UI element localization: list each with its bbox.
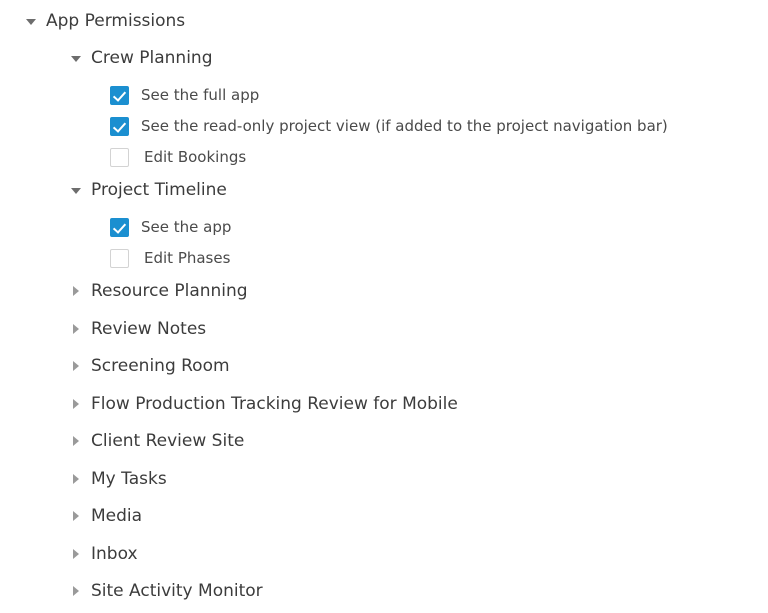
permission-label: See the read-only project view (if added…	[141, 117, 668, 135]
tree-node-label: Flow Production Tracking Review for Mobi…	[91, 393, 458, 414]
tree-node-label: Crew Planning	[91, 48, 213, 68]
caret-right-icon[interactable]	[70, 434, 84, 448]
permission-row[interactable]: See the read-only project view (if added…	[0, 114, 768, 138]
tree-node-my-tasks[interactable]: My Tasks	[0, 467, 768, 491]
tree-node-flow-production-tracking-review-for-mobile[interactable]: Flow Production Tracking Review for Mobi…	[0, 392, 768, 416]
permission-row[interactable]: See the app	[0, 215, 768, 239]
tree-node-app-permissions[interactable]: App Permissions	[0, 9, 768, 33]
caret-down-icon[interactable]	[25, 14, 39, 28]
caret-right-icon[interactable]	[70, 284, 84, 298]
tree-node-label: Review Notes	[91, 318, 207, 339]
caret-down-icon[interactable]	[70, 51, 84, 65]
checkbox-edit-phases[interactable]	[110, 248, 129, 268]
tree-node-crew-planning[interactable]: Crew Planning	[0, 46, 768, 70]
checkbox-edit-bookings[interactable]	[110, 147, 129, 167]
permission-label: Edit Phases	[144, 249, 231, 267]
tree-node-media[interactable]: Media	[0, 504, 768, 528]
tree-node-label: Resource Planning	[91, 281, 248, 301]
caret-right-icon[interactable]	[70, 359, 84, 373]
checkbox-see-the-app[interactable]	[110, 217, 129, 237]
tree-node-label: My Tasks	[91, 468, 167, 489]
tree-node-screening-room[interactable]: Screening Room	[0, 354, 768, 378]
tree-node-resource-planning[interactable]: Resource Planning	[0, 279, 768, 303]
tree-node-site-activity-monitor[interactable]: Site Activity Monitor	[0, 579, 768, 603]
tree-node-label: Client Review Site	[91, 431, 245, 451]
caret-down-icon[interactable]	[70, 183, 84, 197]
caret-right-icon[interactable]	[70, 322, 84, 336]
tree-node-project-timeline[interactable]: Project Timeline	[0, 178, 768, 202]
caret-right-icon[interactable]	[70, 509, 84, 523]
tree-node-review-notes[interactable]: Review Notes	[0, 317, 768, 341]
tree-node-client-review-site[interactable]: Client Review Site	[0, 429, 768, 453]
tree-node-label: Inbox	[91, 543, 138, 564]
app-permissions-tree: App Permissions Crew Planning See the fu…	[0, 0, 768, 603]
permission-row[interactable]: Edit Phases	[0, 246, 768, 270]
permission-label: See the full app	[141, 86, 260, 104]
caret-right-icon[interactable]	[70, 584, 84, 598]
caret-right-icon[interactable]	[70, 397, 84, 411]
permission-label: Edit Bookings	[144, 148, 247, 166]
tree-node-label: Site Activity Monitor	[91, 581, 263, 601]
checkbox-see-the-read-only-project-view[interactable]	[110, 116, 129, 136]
caret-right-icon[interactable]	[70, 547, 84, 561]
tree-node-label: App Permissions	[46, 11, 186, 31]
permission-label: See the app	[141, 218, 232, 236]
permission-row[interactable]: See the full app	[0, 83, 768, 107]
tree-node-inbox[interactable]: Inbox	[0, 542, 768, 566]
tree-node-label: Media	[91, 506, 143, 526]
checkbox-see-the-full-app[interactable]	[110, 85, 129, 105]
caret-right-icon[interactable]	[70, 472, 84, 486]
permission-row[interactable]: Edit Bookings	[0, 145, 768, 169]
tree-node-label: Project Timeline	[91, 180, 227, 200]
tree-node-label: Screening Room	[91, 356, 230, 376]
